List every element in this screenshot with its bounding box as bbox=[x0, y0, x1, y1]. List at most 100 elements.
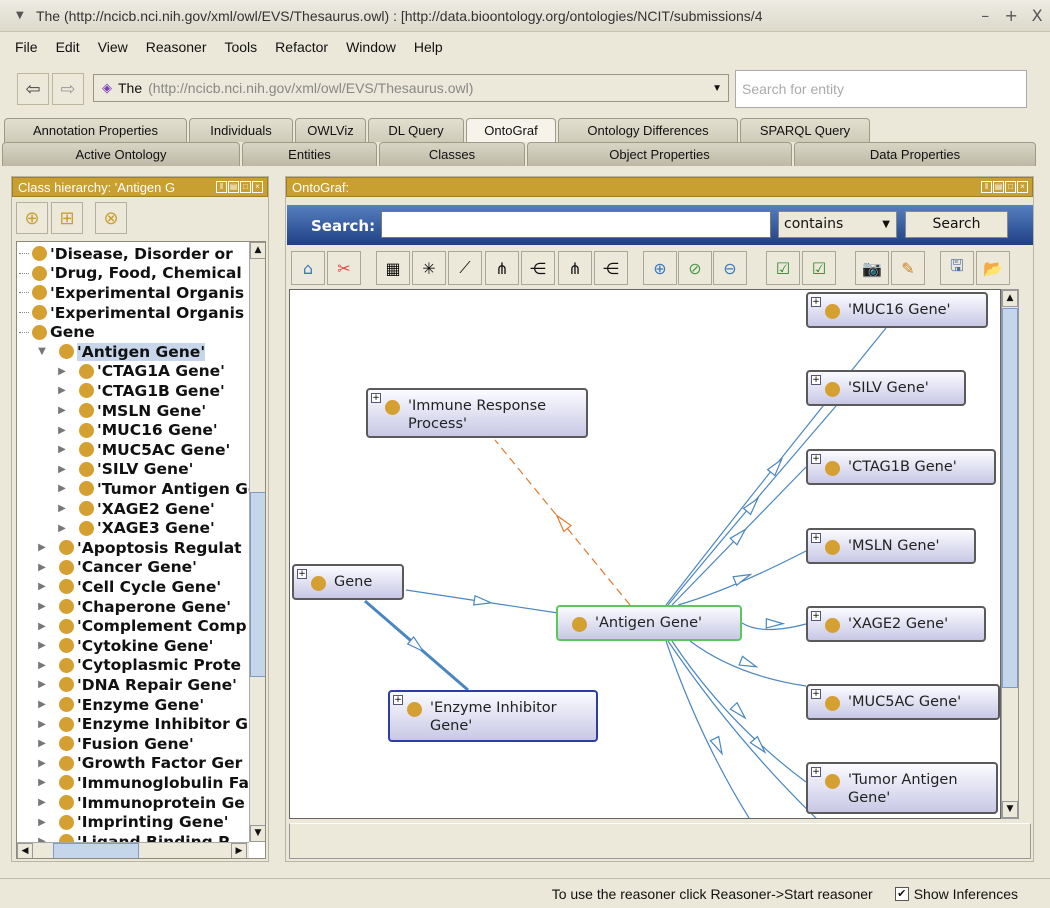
expand-node-icon[interactable]: + bbox=[297, 569, 307, 579]
graph-node-tumor[interactable]: + 'Tumor Antigen Gene' bbox=[806, 762, 998, 814]
close-button[interactable]: X bbox=[1024, 6, 1050, 25]
tree-item[interactable]: ▶ 'Cytokine Gene' bbox=[37, 636, 213, 656]
graph-node-antigen[interactable]: 'Antigen Gene' bbox=[556, 605, 742, 641]
graph-canvas[interactable]: + 'Immune Response Process' + Gene + 'Enzyme … bbox=[289, 289, 1001, 819]
tab-object-properties[interactable]: Object Properties bbox=[527, 142, 792, 166]
expand-icon[interactable]: ▶ bbox=[57, 366, 67, 377]
tree-item[interactable]: ▶ 'MSLN Gene' bbox=[57, 401, 206, 421]
menu-refactor[interactable]: Refactor bbox=[266, 39, 337, 55]
expand-icon[interactable]: ▶ bbox=[37, 738, 47, 749]
forward-button[interactable]: ⇨ bbox=[52, 73, 84, 105]
ontograf-search-input[interactable] bbox=[381, 211, 771, 238]
search-button[interactable]: Search bbox=[905, 211, 1008, 238]
menu-window[interactable]: Window bbox=[337, 39, 405, 55]
expand-icon[interactable]: ▶ bbox=[57, 523, 67, 534]
node-filter-button[interactable]: ☑ bbox=[766, 251, 800, 285]
expand-icon[interactable]: ▶ bbox=[37, 601, 47, 612]
spring-layout-button[interactable]: ⟋ bbox=[448, 251, 482, 285]
edge-antigen-offscreen1[interactable] bbox=[665, 640, 770, 819]
graph-node-enzinh[interactable]: + 'Enzyme Inhibitor Gene' bbox=[388, 690, 598, 742]
expand-icon[interactable]: ▶ bbox=[37, 562, 47, 573]
tab-dl-query[interactable]: DL Query bbox=[368, 118, 464, 142]
expand-icon[interactable]: ▶ bbox=[37, 542, 47, 553]
tree-item[interactable]: ▶ 'Complement Comp bbox=[37, 616, 246, 636]
radial-layout-button[interactable]: ✳ bbox=[412, 251, 446, 285]
expand-icon[interactable]: ▶ bbox=[57, 464, 67, 475]
grid-layout-button[interactable]: ▦ bbox=[376, 251, 410, 285]
tree-vertical-scrollbar[interactable]: ▲ ▼ bbox=[249, 242, 265, 842]
close-view-icon[interactable]: × bbox=[1017, 181, 1028, 193]
expand-icon[interactable]: ▶ bbox=[57, 405, 67, 416]
tree-item[interactable]: ▼ 'Antigen Gene' bbox=[37, 342, 206, 362]
tree-item[interactable]: ▶ 'Immunoprotein Ge bbox=[37, 793, 245, 813]
tree-horizontal-scrollbar[interactable]: ◀ ▶ bbox=[17, 842, 249, 858]
expand-node-icon[interactable]: + bbox=[811, 689, 821, 699]
scroll-thumb[interactable] bbox=[1002, 308, 1018, 688]
tree-item[interactable]: ▶ 'MUC16 Gene' bbox=[57, 420, 217, 440]
menu-edit[interactable]: Edit bbox=[47, 39, 89, 55]
pin-icon[interactable]: ‖ bbox=[981, 181, 992, 193]
show-inferences-label[interactable]: Show Inferences bbox=[914, 886, 1018, 902]
search-mode-select[interactable]: contains ▼ bbox=[778, 211, 897, 238]
expand-icon[interactable]: ▶ bbox=[37, 699, 47, 710]
active-ontology-selector[interactable]: ◈ The (http://ncicb.nci.nih.gov/xml/owl/… bbox=[93, 74, 729, 102]
graph-node-gene[interactable]: + Gene bbox=[292, 564, 404, 600]
arc-filter-button[interactable]: ☑ bbox=[802, 251, 836, 285]
tab-annotation-properties[interactable]: Annotation Properties bbox=[4, 118, 187, 142]
expand-icon[interactable]: ▶ bbox=[37, 797, 47, 808]
tree-item[interactable]: ▶ 'Enzyme Gene' bbox=[37, 695, 204, 715]
scroll-down-button[interactable]: ▼ bbox=[1002, 801, 1018, 818]
vertical-tree-button[interactable]: ⋔ bbox=[485, 251, 519, 285]
tree-item[interactable]: ▶ 'Tumor Antigen Gene' bbox=[57, 479, 265, 499]
maximize-view-icon[interactable]: □ bbox=[240, 181, 251, 193]
tab-individuals[interactable]: Individuals bbox=[189, 118, 293, 142]
tree-item[interactable]: ▶ 'SILV Gene' bbox=[57, 460, 193, 480]
tree-item[interactable]: ▶ 'DNA Repair Gene' bbox=[37, 675, 237, 695]
snapshot-button[interactable]: 📷 bbox=[855, 251, 889, 285]
menu-tools[interactable]: Tools bbox=[215, 39, 266, 55]
maximize-button[interactable]: + bbox=[998, 6, 1024, 25]
tree-item[interactable]: ▶ 'Immunoglobulin Fa bbox=[37, 773, 249, 793]
tab-sparql-query[interactable]: SPARQL Query bbox=[740, 118, 870, 142]
tab-ontology-differences[interactable]: Ontology Differences bbox=[558, 118, 738, 142]
scroll-right-button[interactable]: ▶ bbox=[231, 843, 247, 858]
tree-item[interactable]: ▶ 'Enzyme Inhibitor G bbox=[37, 714, 248, 734]
horizontal-scroll-thumb[interactable] bbox=[53, 843, 139, 858]
tree-item[interactable]: ▶ 'Growth Factor Ger bbox=[37, 754, 242, 774]
expand-node-icon[interactable]: + bbox=[811, 767, 821, 777]
expand-icon[interactable]: ▶ bbox=[57, 503, 67, 514]
expand-node-icon[interactable]: + bbox=[811, 611, 821, 621]
tree-item[interactable]: 'Experimental Organis bbox=[19, 283, 244, 303]
save-button[interactable]: 🖫 bbox=[940, 251, 974, 285]
horizontal-tree-button[interactable]: ⋲ bbox=[521, 251, 555, 285]
tree-item[interactable]: 'Experimental Organis bbox=[19, 303, 244, 323]
tab-ontograf[interactable]: OntoGraf bbox=[466, 118, 556, 142]
back-button[interactable]: ⇦ bbox=[17, 73, 49, 105]
expand-node-icon[interactable]: + bbox=[811, 454, 821, 464]
tree-item[interactable]: ▶ 'CTAG1A Gene' bbox=[57, 362, 225, 382]
add-sibling-button[interactable]: ⊞ bbox=[51, 202, 83, 234]
graph-node-msln[interactable]: + 'MSLN Gene' bbox=[806, 528, 976, 564]
graph-node-silv[interactable]: + 'SILV Gene' bbox=[806, 370, 966, 406]
vertical-directed-tree-button[interactable]: ⋔ bbox=[558, 251, 592, 285]
tree-item[interactable]: ▶ 'XAGE3 Gene' bbox=[57, 518, 215, 538]
collapse-icon[interactable]: ▼ bbox=[37, 346, 47, 357]
zoom-reset-button[interactable]: ⊘ bbox=[678, 251, 712, 285]
tab-entities[interactable]: Entities bbox=[242, 142, 377, 166]
expand-icon[interactable]: ▶ bbox=[37, 640, 47, 651]
graph-vertical-scrollbar[interactable]: ▲ ▼ bbox=[1001, 289, 1019, 819]
expand-node-icon[interactable]: + bbox=[811, 533, 821, 543]
menu-view[interactable]: View bbox=[89, 39, 137, 55]
expand-icon[interactable]: ▶ bbox=[57, 425, 67, 436]
tree-item[interactable]: ▶ 'Cytoplasmic Prote bbox=[37, 656, 241, 676]
open-button[interactable]: 📂 bbox=[976, 251, 1010, 285]
show-inferences-checkbox[interactable]: ✔ bbox=[894, 886, 909, 901]
expand-icon[interactable]: ▶ bbox=[37, 660, 47, 671]
remove-unselected-button[interactable]: ✂ bbox=[327, 251, 361, 285]
tree-item[interactable]: ▶ 'Apoptosis Regulat bbox=[37, 538, 241, 558]
tree-item[interactable]: ▶ 'CTAG1B Gene' bbox=[57, 381, 225, 401]
tree-item[interactable]: 'Disease, Disorder or bbox=[19, 244, 233, 264]
entity-search-input[interactable]: Search for entity bbox=[735, 70, 1027, 108]
tab-classes[interactable]: Classes bbox=[379, 142, 525, 166]
tree-item[interactable]: ▶ 'XAGE2 Gene' bbox=[57, 499, 215, 519]
